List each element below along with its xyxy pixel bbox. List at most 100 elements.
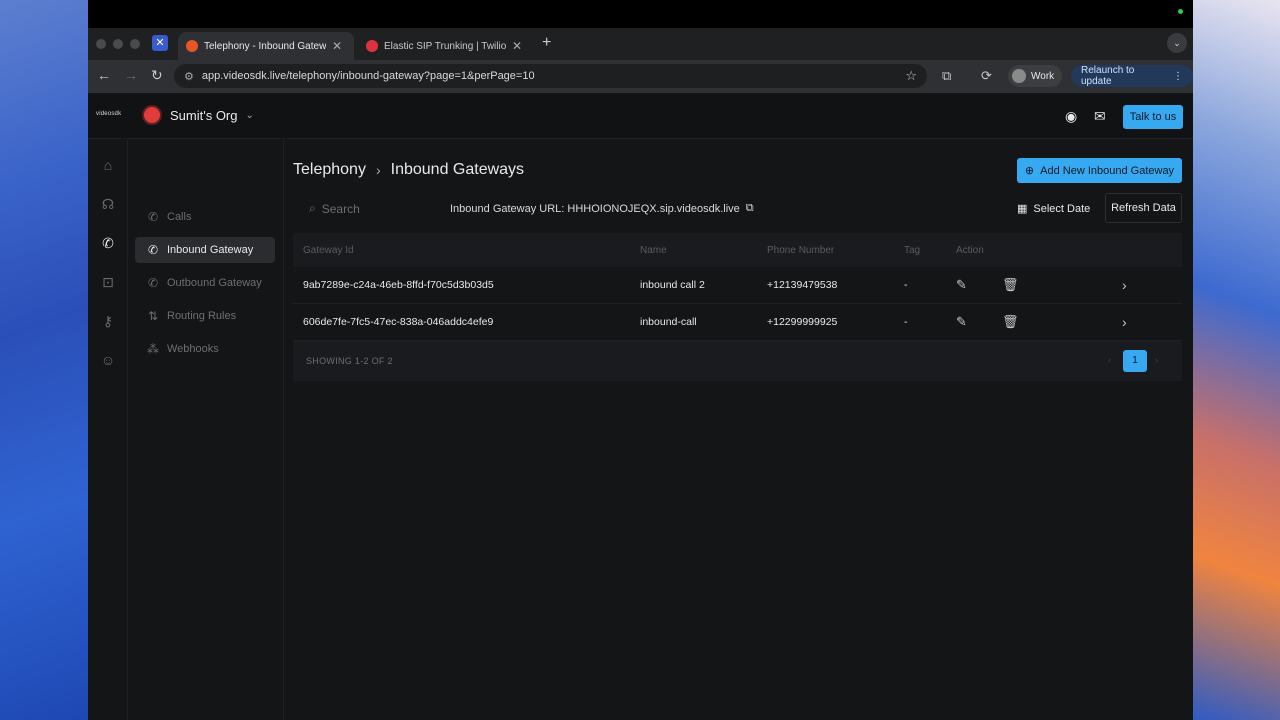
talk-to-us-button[interactable]: Talk to us (1123, 105, 1183, 129)
gateway-url: Inbound Gateway URL: HHHOIONOJEQX.sip.vi… (450, 202, 754, 215)
menu-bar (88, 0, 1193, 28)
user-icon[interactable]: ☺ (99, 352, 117, 370)
column-action: Action (956, 244, 984, 256)
name-cell: inbound-call (640, 316, 697, 328)
videosdk-logo[interactable]: videosdk (96, 111, 121, 117)
edit-icon[interactable]: ✎ (956, 314, 967, 330)
close-tab-icon[interactable]: ✕ (512, 39, 522, 53)
trash-icon[interactable]: 🗑 (1002, 277, 1019, 293)
trash-icon[interactable]: 🗑 (1002, 314, 1019, 330)
phone-cell: +12299999925 (767, 316, 838, 328)
breadcrumb: Telephony › Inbound Gateways (293, 161, 524, 179)
plus-circle-icon: ⊕ (1024, 165, 1035, 177)
browser-toolbar: ← → ↻ ⚙ app.videosdk.live/telephony/inbo… (88, 60, 1193, 93)
tab-search-icon[interactable]: ⌄ (1167, 33, 1187, 53)
phone-outgoing-icon: ✆ (147, 276, 159, 290)
bookmark-star-icon[interactable]: ☆ (905, 68, 917, 84)
address-bar[interactable]: ⚙ app.videosdk.live/telephony/inbound-ga… (174, 64, 927, 88)
chevron-right-icon: › (375, 162, 381, 178)
relaunch-button[interactable]: Relaunch to update ⋮ (1071, 65, 1193, 87)
tab-title: Elastic SIP Trunking | Twilio C (384, 40, 506, 52)
tab-twilio[interactable]: Elastic SIP Trunking | Twilio C ✕ (358, 32, 538, 60)
icon-rail: ⌂ ☊ ✆ ⊡ ⚷ ☺ (88, 139, 128, 720)
relaunch-label: Relaunch to update (1081, 65, 1135, 87)
column-name: Name (640, 244, 667, 256)
app-root: videosdk Sumit's Org ⌄ ◉ ✉ Talk to us ⌂ … (88, 93, 1193, 720)
close-window-button[interactable] (96, 39, 106, 49)
minimize-window-button[interactable] (113, 39, 123, 49)
gateway-id-cell: 9ab7289e-c24a-46eb-8ffd-f70c5d3b03d5 (303, 279, 494, 291)
edit-icon[interactable]: ✎ (956, 277, 967, 293)
next-page-icon[interactable]: › (1155, 355, 1158, 365)
gateways-table: Gateway Id Name Phone Number Tag Action … (293, 233, 1182, 381)
search-input[interactable]: ⌕ Search (309, 201, 360, 216)
forward-icon[interactable]: → (124, 67, 138, 83)
gateway-id-cell: 606de7fe-7fc5-47ec-838a-046addc4efe9 (303, 316, 494, 328)
desktop-wallpaper-right (1193, 0, 1280, 720)
refresh-data-button[interactable]: Refresh Data (1105, 193, 1182, 223)
sidebar-item-label: Webhooks (167, 343, 219, 355)
discord-icon[interactable]: ◉ (1065, 108, 1077, 125)
tag-cell: - (904, 279, 908, 291)
tab-telephony[interactable]: Telephony - Inbound Gatewa ✕ (178, 32, 354, 60)
url-text: app.videosdk.live/telephony/inbound-gate… (201, 70, 535, 82)
telephony-sidebar: ✆ Calls ✆ Inbound Gateway ✆ Outbound Gat… (128, 139, 284, 720)
profile-label: Work (1031, 70, 1055, 82)
webhook-icon: ⁂ (147, 342, 159, 356)
phone-incoming-icon: ✆ (147, 243, 159, 257)
profile-button[interactable]: Work (1008, 65, 1063, 87)
key-icon[interactable]: ⚷ (99, 313, 117, 331)
routing-icon: ⇅ (147, 309, 159, 323)
mail-icon[interactable]: ✉ (1094, 108, 1106, 125)
chevron-right-icon[interactable]: › (1122, 277, 1127, 293)
tab-favicon-icon (186, 40, 198, 52)
sidebar-item-label: Calls (167, 211, 192, 223)
sidebar-item-inbound-gateway[interactable]: ✆ Inbound Gateway (135, 237, 275, 263)
add-inbound-gateway-button[interactable]: ⊕ Add New Inbound Gateway (1017, 158, 1182, 183)
calendar-icon: ▦ (1017, 203, 1028, 215)
pinned-tab-icon[interactable]: ✕ (152, 35, 168, 51)
close-tab-icon[interactable]: ✕ (332, 39, 342, 53)
table-header: Gateway Id Name Phone Number Tag Action (293, 233, 1182, 267)
search-icon: ⌕ (309, 201, 316, 215)
maximize-window-button[interactable] (130, 39, 140, 49)
sidebar-item-outbound-gateway[interactable]: ✆ Outbound Gateway (135, 270, 275, 296)
tab-title: Telephony - Inbound Gatewa (204, 40, 326, 52)
page-title: Inbound Gateways (390, 161, 525, 178)
page-button-current[interactable]: 1 (1123, 350, 1147, 372)
sidebar-item-label: Outbound Gateway (167, 277, 262, 289)
sync-icon[interactable]: ⟳ (981, 68, 992, 84)
extensions-icon[interactable]: ⧉ (942, 68, 951, 84)
sidebar-item-routing-rules[interactable]: ⇅ Routing Rules (135, 303, 275, 329)
search-placeholder: Search (321, 201, 360, 216)
site-info-icon[interactable]: ⚙ (184, 70, 194, 83)
new-tab-icon[interactable]: + (542, 34, 551, 52)
tab-favicon-icon (366, 40, 378, 52)
table-row[interactable]: 606de7fe-7fc5-47ec-838a-046addc4efe9 inb… (293, 304, 1182, 341)
app-header: videosdk Sumit's Org ⌄ ◉ ✉ Talk to us (88, 93, 1193, 139)
org-switcher[interactable]: Sumit's Org ⌄ (142, 105, 254, 125)
sidebar-item-webhooks[interactable]: ⁂ Webhooks (135, 336, 275, 362)
telephony-icon[interactable]: ✆ (99, 235, 117, 253)
headset-icon[interactable]: ☊ (99, 196, 117, 214)
reload-icon[interactable]: ↻ (151, 67, 163, 84)
back-icon[interactable]: ← (97, 67, 111, 83)
prev-page-icon[interactable]: ‹ (1108, 355, 1111, 365)
agent-icon[interactable]: ⊡ (99, 274, 117, 292)
gateway-url-text: Inbound Gateway URL: HHHOIONOJEQX.sip.vi… (450, 202, 740, 215)
more-menu-icon[interactable]: ⋮ (1173, 71, 1183, 82)
column-tag: Tag (904, 244, 921, 256)
copy-icon[interactable]: ⧉ (746, 202, 754, 215)
chevron-right-icon[interactable]: › (1122, 314, 1127, 330)
sidebar-item-label: Routing Rules (167, 310, 237, 322)
table-row[interactable]: 9ab7289e-c24a-46eb-8ffd-f70c5d3b03d5 inb… (293, 267, 1182, 304)
sidebar-item-calls[interactable]: ✆ Calls (135, 204, 275, 230)
chevron-down-icon: ⌄ (245, 109, 254, 121)
select-date-button[interactable]: ▦ Select Date (1017, 202, 1090, 216)
avatar (1012, 69, 1026, 83)
add-button-label: Add New Inbound Gateway (1040, 164, 1175, 177)
name-cell: inbound call 2 (640, 279, 705, 291)
org-avatar (142, 105, 162, 125)
home-icon[interactable]: ⌂ (99, 157, 117, 175)
breadcrumb-telephony[interactable]: Telephony (293, 161, 366, 179)
